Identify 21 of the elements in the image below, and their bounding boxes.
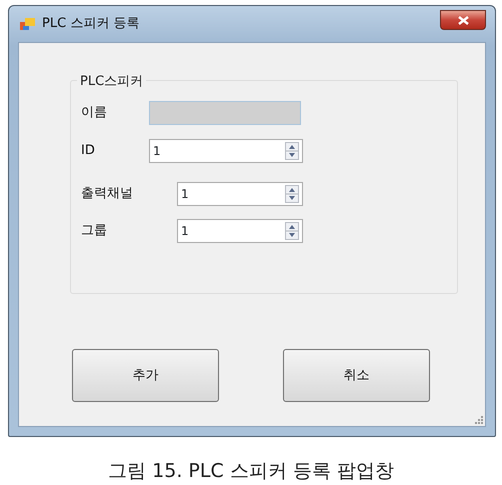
app-icon bbox=[20, 17, 36, 31]
spin-arrows-icon[interactable] bbox=[285, 222, 299, 240]
spin-field[interactable]: 1 bbox=[177, 219, 303, 243]
spin-field[interactable]: 1 bbox=[149, 139, 303, 163]
field-label: ID bbox=[81, 142, 96, 160]
window-title: PLC 스피커 등록 bbox=[42, 15, 140, 34]
resize-grip-icon[interactable] bbox=[473, 414, 483, 424]
spin-arrows-icon[interactable] bbox=[285, 185, 299, 203]
spin-field[interactable]: 1 bbox=[177, 182, 303, 206]
close-icon bbox=[458, 16, 468, 24]
field-value: 1 bbox=[181, 186, 189, 203]
field-label: 그룹 bbox=[81, 222, 108, 240]
field-value: 1 bbox=[181, 223, 189, 240]
field-label: 이름 bbox=[81, 104, 108, 122]
figure-caption: 그림 15. PLC 스피커 등록 팝업창 bbox=[107, 459, 395, 484]
spin-arrows-icon[interactable] bbox=[285, 142, 299, 160]
close-button[interactable] bbox=[440, 10, 486, 30]
field-label: 출력채널 bbox=[81, 185, 134, 204]
dialog-button[interactable]: 취소 bbox=[283, 349, 430, 402]
field-value: 1 bbox=[153, 143, 161, 160]
dialog-button[interactable]: 추가 bbox=[72, 349, 219, 402]
